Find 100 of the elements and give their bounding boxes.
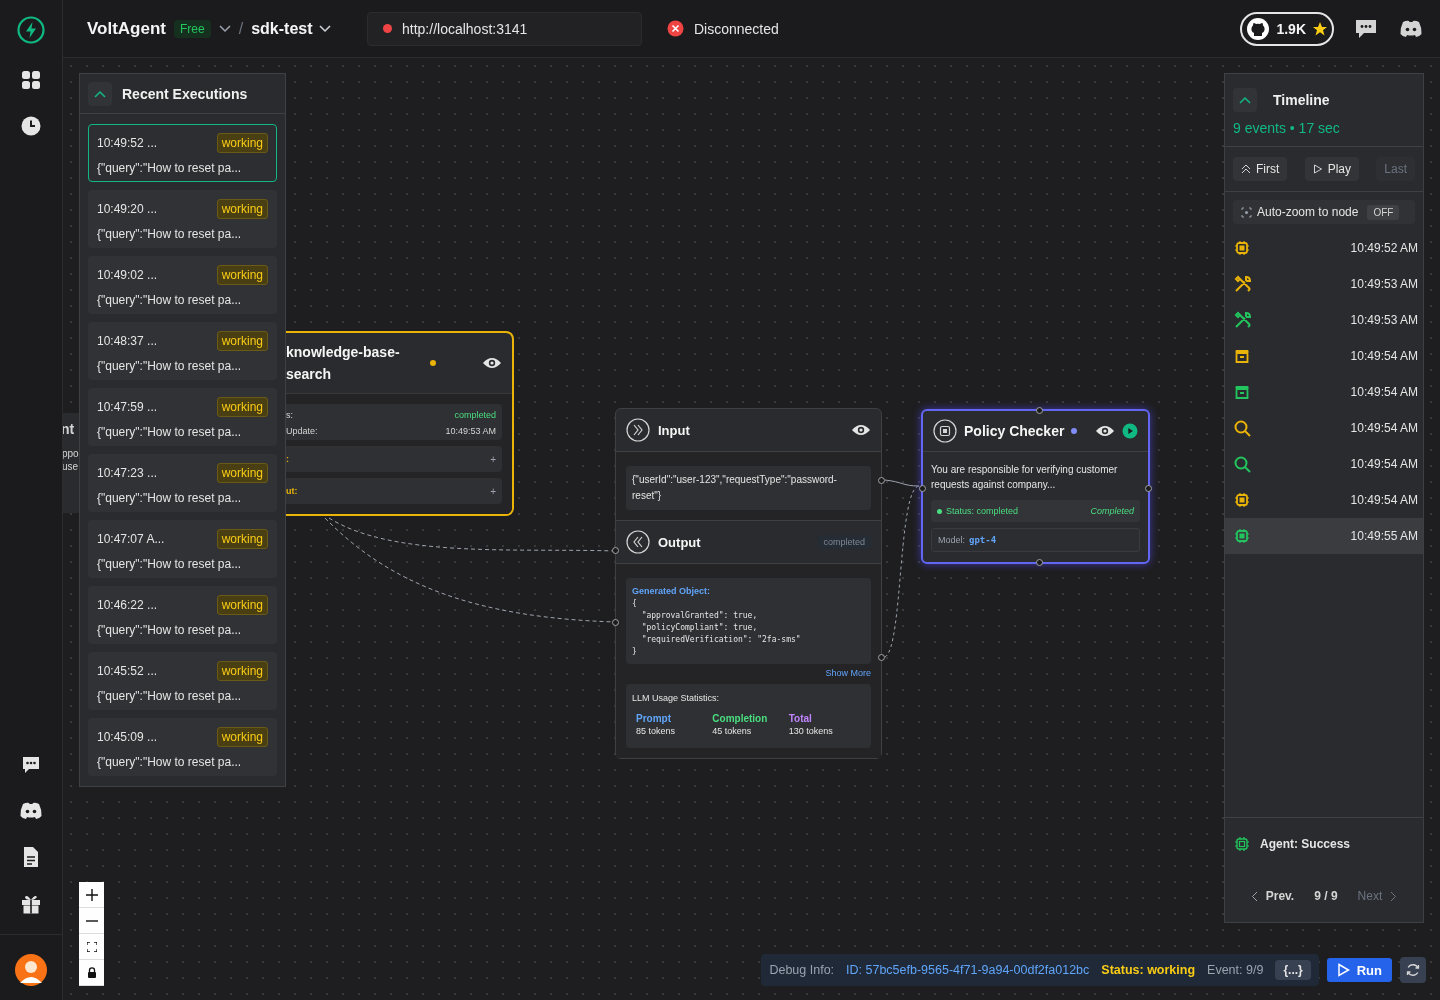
update-time: 10:49:53 AM (445, 426, 496, 436)
section-label: : (286, 454, 289, 464)
server-url-field[interactable]: http://localhost:3141 (367, 11, 642, 46)
play-button[interactable]: Play (1304, 157, 1359, 181)
execution-item[interactable]: 10:49:20 ... working {"query":"How to reset pa... (88, 190, 277, 248)
project-selector[interactable]: sdk-test (251, 19, 331, 38)
input-json: {"userId":"user-123","requestType":"password-reset"} (626, 466, 871, 510)
tool-node-card[interactable]: knowledge-base-search s: completed Update: 10:49:53 AM : + ut: + (286, 331, 514, 516)
chat-icon[interactable] (20, 754, 42, 776)
connection-handle[interactable] (878, 654, 885, 661)
execution-item[interactable]: 10:45:09 ... working {"query":"How to reset pa... (88, 718, 277, 776)
execution-item[interactable]: 10:49:02 ... working {"query":"How to reset pa... (88, 256, 277, 314)
connection-handle[interactable] (1036, 559, 1043, 566)
run-button[interactable]: Run (1326, 958, 1392, 982)
node-text: ppo (63, 447, 79, 460)
status-badge: working (216, 133, 268, 153)
stat-value: 85 tokens (636, 725, 677, 738)
execution-item[interactable]: 10:49:52 ... working {"query":"How to reset pa... (88, 124, 277, 182)
connection-handle[interactable] (1036, 407, 1043, 414)
previous-button[interactable]: Prev. (1250, 889, 1295, 903)
field-label: Update: (286, 426, 318, 436)
event-time: 10:49:53 AM (1350, 313, 1418, 327)
plus-icon (85, 888, 98, 901)
timeline-event[interactable]: 10:49:52 AM (1225, 230, 1423, 266)
connection-status: Disconnected (694, 20, 779, 37)
refresh-button[interactable] (1400, 957, 1426, 983)
connection-handle[interactable] (612, 619, 619, 626)
path-separator: / (238, 19, 244, 38)
execution-item[interactable]: 10:48:37 ... working {"query":"How to reset pa... (88, 322, 277, 380)
timeline-event[interactable]: 10:49:53 AM (1225, 266, 1423, 302)
timeline-event[interactable]: 10:49:53 AM (1225, 302, 1423, 338)
execution-item[interactable]: 10:47:59 ... working {"query":"How to reset pa... (88, 388, 277, 446)
connection-handle[interactable] (878, 477, 885, 484)
timeline-event[interactable]: 10:49:54 AM (1225, 338, 1423, 374)
document-icon[interactable] (21, 846, 41, 868)
execution-time: 10:48:37 ... (97, 334, 158, 348)
auto-zoom-toggle[interactable]: Auto-zoom to node OFF (1233, 200, 1415, 224)
github-stars-button[interactable]: 1.9K (1240, 11, 1334, 46)
connection-handle[interactable] (612, 547, 619, 554)
field-label: Model: (938, 535, 965, 545)
focus-icon (1241, 206, 1252, 218)
timeline-summary: 9 events • 17 sec (1233, 120, 1341, 136)
timeline-event[interactable]: 10:49:54 AM (1225, 374, 1423, 410)
usage-title: LLM Usage Statistics: (632, 692, 721, 705)
event-time: 10:49:54 AM (1350, 385, 1418, 399)
brand-name: VoltAgent (87, 18, 166, 39)
execution-time: 10:49:20 ... (97, 202, 158, 216)
timeline-event[interactable]: 10:49:55 AM (1225, 518, 1423, 554)
timeline-event[interactable]: 10:49:54 AM (1225, 410, 1423, 446)
avatar[interactable] (15, 954, 47, 986)
expand-button[interactable]: + (490, 453, 496, 465)
double-chevron-up-icon (1241, 164, 1251, 174)
agent-node-card[interactable]: Policy Checker You are responsible for verifying customer requests against company... Status: completed Completed Model: gpt-4 (921, 409, 1150, 564)
status-badge: working (216, 199, 268, 219)
chevron-down-icon[interactable] (218, 24, 231, 33)
execution-item[interactable]: 10:46:22 ... working {"query":"How to reset pa... (88, 586, 277, 644)
clock-icon[interactable] (20, 115, 42, 137)
execution-item[interactable]: 10:47:07 A... working {"query":"How to reset pa... (88, 520, 277, 578)
lock-icon (86, 967, 97, 978)
chip-icon (933, 419, 957, 443)
eye-icon[interactable] (1095, 424, 1115, 438)
model-name: gpt-4 (969, 535, 997, 545)
expand-button[interactable]: + (490, 485, 496, 497)
eye-icon[interactable] (482, 356, 502, 370)
execution-time: 10:47:59 ... (97, 400, 158, 414)
show-more-link[interactable]: Show More (825, 668, 871, 678)
first-button[interactable]: First (1233, 157, 1288, 181)
event-time: 10:49:53 AM (1350, 277, 1418, 291)
timeline-event[interactable]: 10:49:54 AM (1225, 446, 1423, 482)
node-title: Policy Checker (964, 423, 1065, 439)
chat-icon[interactable] (1354, 17, 1378, 40)
connection-handle[interactable] (919, 485, 926, 492)
grid-icon[interactable] (20, 69, 42, 91)
execution-item[interactable]: 10:45:52 ... working {"query":"How to reset pa... (88, 652, 277, 710)
event-time: 10:49:54 AM (1350, 493, 1418, 507)
status-dot (937, 508, 942, 514)
play-icon[interactable] (1122, 423, 1138, 439)
double-chevron-left-icon (626, 530, 650, 554)
event-time: 10:49:54 AM (1350, 457, 1418, 471)
gift-icon[interactable] (20, 893, 42, 915)
status-value: completed (454, 410, 496, 420)
status-badge: working (216, 331, 268, 351)
stat-value: 130 tokens (788, 725, 834, 738)
json-button[interactable]: {...} (1275, 960, 1311, 980)
collapse-button[interactable] (88, 81, 112, 106)
chevron-up-icon (1239, 96, 1251, 104)
stat-value: 45 tokens (712, 725, 753, 738)
discord-icon[interactable] (1398, 18, 1424, 39)
page-position: 9 / 9 (1314, 889, 1338, 903)
discord-icon[interactable] (19, 801, 43, 821)
execution-item[interactable]: 10:47:23 ... working {"query":"How to reset pa... (88, 454, 277, 512)
connection-handle[interactable] (1145, 485, 1152, 492)
eye-icon[interactable] (851, 423, 871, 437)
stat-label: Total (788, 712, 813, 725)
chip-icon (1234, 836, 1250, 852)
execution-query: {"query":"How to reset pa... (97, 227, 243, 241)
bolt-logo-icon[interactable] (16, 15, 46, 45)
flow-node-card[interactable] (615, 408, 882, 759)
collapse-button[interactable] (1233, 88, 1257, 112)
timeline-event[interactable]: 10:49:54 AM (1225, 482, 1423, 518)
